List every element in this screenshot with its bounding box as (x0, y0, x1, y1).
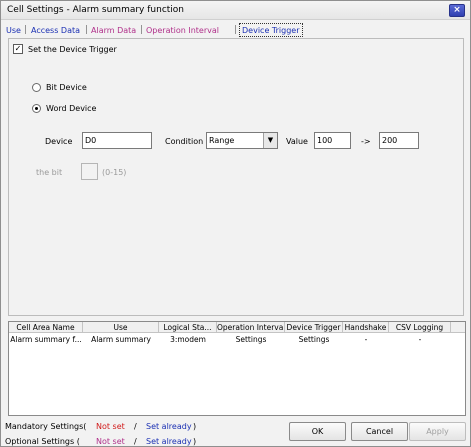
tab-operation-interval[interactable]: Operation Interval (146, 24, 219, 38)
optional-settings-label: Optional Settings ( (5, 437, 80, 446)
apply-button[interactable]: Apply (409, 422, 466, 441)
bit-range-hint: (0-15) (102, 168, 127, 177)
close-icon: × (453, 5, 461, 15)
device-label: Device (45, 137, 73, 146)
column-header[interactable]: Use (83, 322, 159, 333)
column-header[interactable]: Cell Area Name (9, 322, 83, 333)
column-header[interactable]: Device Trigger (285, 322, 343, 333)
word-device-label: Word Device (46, 104, 97, 113)
set-device-trigger-label: Set the Device Trigger (28, 45, 117, 54)
table-cell: - (418, 335, 422, 344)
optional-set-already: Set already (146, 437, 192, 446)
value-from-input[interactable]: 100 (314, 132, 351, 149)
table-cell: 3:modem (170, 335, 206, 344)
table-cell: Alarm summary (91, 335, 151, 344)
check-icon: ✓ (14, 44, 22, 53)
title-bar[interactable]: Cell Settings - Alarm summary function × (1, 1, 470, 20)
column-header[interactable]: Operation Interval (217, 322, 285, 333)
mandatory-not-set: Not set (96, 422, 125, 431)
cell-settings-dialog: Cell Settings - Alarm summary function ×… (0, 0, 471, 447)
bit-device-label: Bit Device (46, 83, 87, 92)
mandatory-set-already: Set already (146, 422, 192, 431)
set-device-trigger-checkbox[interactable]: ✓ (13, 44, 23, 54)
tab-separator: | (85, 25, 89, 35)
tab-separator: | (140, 25, 144, 35)
window-title: Cell Settings - Alarm summary function (7, 5, 185, 15)
optional-close-paren: ) (193, 437, 197, 446)
table-row[interactable]: Alarm summary f... Alarm summary 3:modem… (9, 334, 465, 345)
mandatory-close-paren: ) (193, 422, 197, 431)
mandatory-settings-label: Mandatory Settings( (5, 422, 87, 431)
bit-label: the bit (36, 168, 63, 177)
tab-use[interactable]: Use (6, 24, 21, 38)
value-label: Value (286, 137, 308, 146)
device-trigger-panel: ✓ Set the Device Trigger Bit Device Word… (8, 38, 464, 316)
optional-slash: / (134, 437, 137, 446)
condition-select[interactable]: Range ▼ (206, 132, 278, 149)
column-header[interactable]: Handshake (343, 322, 389, 333)
cell-area-table: Cell Area Name Use Logical Sta... Operat… (8, 321, 466, 416)
range-arrow: -> (361, 137, 371, 146)
optional-not-set: Not set (96, 437, 125, 446)
word-device-radio[interactable] (32, 104, 41, 113)
column-header[interactable]: Logical Sta... (159, 322, 217, 333)
tab-separator: | (24, 25, 28, 35)
cancel-button[interactable]: Cancel (351, 422, 408, 441)
column-header[interactable]: CSV Logging (389, 322, 451, 333)
ok-button[interactable]: OK (289, 422, 346, 441)
table-cell: - (364, 335, 368, 344)
tab-separator: | (234, 25, 238, 35)
value-to-input[interactable]: 200 (379, 132, 419, 149)
table-cell: Settings (298, 335, 330, 344)
tab-device-trigger[interactable]: Device Trigger (239, 23, 303, 37)
tab-access-data[interactable]: Access Data (31, 24, 80, 38)
table-header: Cell Area Name Use Logical Sta... Operat… (9, 322, 465, 333)
tab-alarm-data[interactable]: Alarm Data (91, 24, 136, 38)
mandatory-slash: / (134, 422, 137, 431)
close-button[interactable]: × (449, 4, 465, 17)
condition-value: Range (209, 136, 235, 145)
bit-device-radio[interactable] (32, 83, 41, 92)
table-cell: Alarm summary f... (10, 335, 82, 344)
device-input[interactable]: D0 (82, 132, 152, 149)
table-cell: Settings (235, 335, 267, 344)
bit-input[interactable] (81, 163, 98, 180)
condition-label: Condition (165, 137, 204, 146)
chevron-down-icon[interactable]: ▼ (263, 133, 277, 148)
